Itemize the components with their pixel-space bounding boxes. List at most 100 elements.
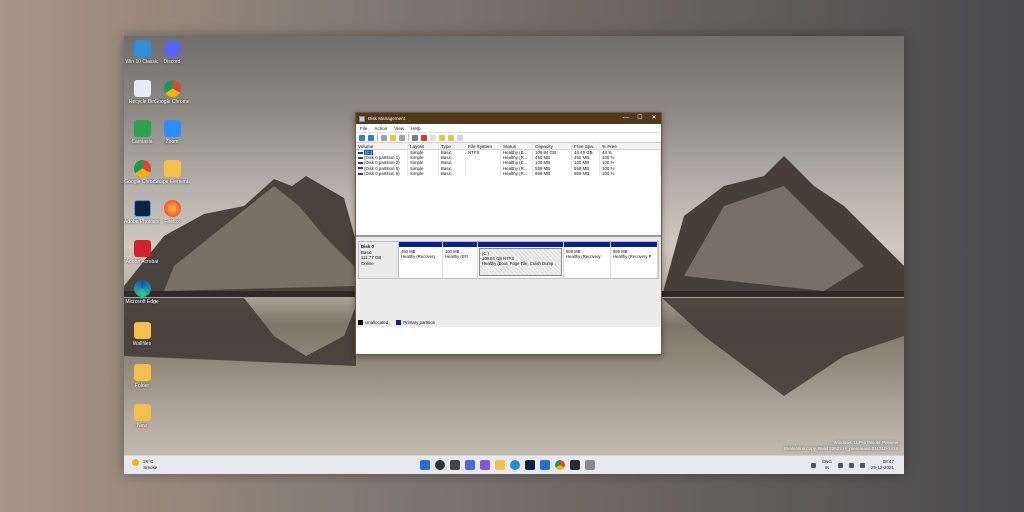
desktop-icon-firefox[interactable]: Firefox — [154, 200, 190, 225]
file-explorer-icon[interactable] — [495, 460, 505, 470]
delete-icon[interactable] — [421, 134, 427, 141]
col-volume[interactable]: Volume — [356, 143, 408, 149]
check-icon[interactable] — [430, 134, 436, 141]
back-icon[interactable] — [359, 134, 365, 141]
title-bar[interactable]: Disk Management — ☐ ✕ — [356, 113, 661, 124]
partition-strip: 450 MB Healthy (Recovery 100 MB Healthy … — [399, 241, 659, 279]
task-view-icon[interactable] — [450, 460, 460, 470]
insider-watermark: Windows 11 Pro Insider Preview Evaluatio… — [784, 440, 898, 451]
properties-icon[interactable] — [399, 134, 405, 141]
folder-icon — [133, 322, 151, 339]
weather-sun-icon — [132, 459, 139, 466]
toolbar — [356, 133, 661, 143]
desktop-icon-chrome[interactable]: Google Chrome — [154, 80, 190, 105]
primary-swatch — [396, 320, 402, 325]
menu-help[interactable]: Help — [411, 126, 420, 131]
partition-block[interactable]: 869 MB Healthy (Recovery P — [611, 242, 658, 278]
desktop-icon-acrobat[interactable]: Adobe Acrobat — [124, 240, 160, 265]
edge-icon[interactable] — [510, 460, 520, 470]
maximize-button[interactable]: ☐ — [633, 113, 647, 124]
desktop-icon-new[interactable]: New — [124, 404, 160, 429]
folder-icon — [133, 404, 151, 421]
list-view-icon[interactable] — [457, 134, 463, 141]
chrome-icon — [163, 80, 181, 97]
chat-icon[interactable] — [480, 460, 490, 470]
partition-block-selected[interactable]: (C:) 109.84 GB NTFS Healthy (Boot, Page … — [478, 242, 564, 278]
volume-icon — [358, 151, 363, 154]
desktop-icon-wallfiles[interactable]: Wallfiles — [124, 322, 160, 347]
weather-widget[interactable]: 26°C Smoke — [132, 459, 157, 471]
desktop-icon-discord[interactable]: Discord — [154, 40, 190, 65]
window-title: Disk Management — [368, 116, 406, 121]
desktop-icon-folder[interactable]: Folder — [124, 364, 160, 389]
wifi-icon[interactable] — [837, 462, 843, 468]
col-type[interactable]: Type — [439, 143, 466, 149]
desktop-icon-zoom[interactable]: Zoom — [154, 120, 190, 145]
partition-block[interactable]: 450 MB Healthy (Recovery — [399, 242, 443, 278]
start-icon[interactable] — [420, 460, 430, 470]
menu-bar: File Action View Help — [356, 124, 661, 133]
unallocated-swatch — [358, 320, 363, 325]
volume-icon — [358, 162, 363, 165]
system-tray: ENG IN 08:47 29-12-2021 — [811, 459, 894, 471]
col-percent-free[interactable]: % Free — [600, 143, 661, 149]
photoshop-icon — [133, 200, 151, 217]
col-file-system[interactable]: File System — [466, 143, 501, 149]
battery-icon[interactable] — [859, 462, 865, 468]
volume-row[interactable]: (Disk 0 partition 6) Simple Basic Health… — [356, 170, 661, 176]
legend-unallocated: Unallocated — [358, 320, 388, 325]
desktop-icon-folder-shape[interactable]: Shape Elements — [154, 160, 190, 185]
forward-icon[interactable] — [368, 134, 374, 141]
disk-management-icon — [359, 115, 365, 122]
folder-icon — [133, 364, 151, 381]
taskbar: 26°C Smoke ENG IN 08:47 29-12-2021 — [124, 455, 904, 474]
legend: Unallocated Primary partition — [358, 320, 435, 325]
disk-management-window[interactable]: Disk Management — ☐ ✕ File Action View H… — [355, 112, 662, 355]
disk-label[interactable]: Disk 0 Basic 111.77 GB Online — [358, 241, 399, 279]
open-folder-icon[interactable] — [439, 134, 445, 141]
disk-graphical-view[interactable]: Disk 0 Basic 111.77 GB Online 450 MB Hea… — [356, 237, 661, 327]
close-button[interactable]: ✕ — [647, 113, 661, 124]
camtasia-icon — [133, 120, 151, 137]
partition-block[interactable]: 559 MB Healthy (Recovery — [564, 242, 611, 278]
col-free-space[interactable]: Free Spa... — [572, 143, 600, 149]
connect-icon[interactable] — [412, 134, 418, 141]
menu-action[interactable]: Action — [374, 126, 387, 131]
help-icon[interactable] — [390, 134, 396, 141]
col-status[interactable]: Status — [501, 143, 533, 149]
widgets-icon[interactable] — [465, 460, 475, 470]
disk-status: Online — [361, 260, 374, 266]
acrobat-icon — [133, 240, 151, 257]
folder-icon — [163, 160, 181, 177]
col-capacity[interactable]: Capacity — [533, 143, 572, 149]
desktop-icon-edge[interactable]: Microsoft Edge — [124, 280, 160, 305]
partition-block[interactable]: 100 MB Healthy (EFI — [443, 242, 478, 278]
legend-primary: Primary partition — [396, 320, 435, 325]
chrome-icon — [133, 160, 151, 177]
menu-view[interactable]: View — [394, 126, 404, 131]
volume-icon — [358, 167, 363, 170]
search-icon[interactable] — [435, 460, 445, 470]
monitor-icon — [133, 40, 151, 57]
discord-icon — [163, 40, 181, 57]
disk-management-icon[interactable] — [585, 460, 595, 470]
console-tree-icon[interactable] — [381, 134, 387, 141]
chrome-icon[interactable] — [555, 460, 565, 470]
chevron-up-icon[interactable] — [811, 462, 817, 468]
col-layout[interactable]: Layout — [408, 143, 439, 149]
menu-file[interactable]: File — [360, 126, 367, 131]
search-folder-icon[interactable] — [448, 134, 454, 141]
volume-list-header: Volume Layout Type File System Status Ca… — [356, 143, 661, 150]
zoom-icon — [163, 120, 181, 137]
store-icon[interactable] — [540, 460, 550, 470]
firefox-icon — [163, 200, 181, 217]
photoshop-icon[interactable] — [525, 460, 535, 470]
disk-0-row[interactable]: Disk 0 Basic 111.77 GB Online 450 MB Hea… — [358, 241, 659, 279]
recycle-bin-icon — [133, 80, 151, 97]
clock[interactable]: 08:47 29-12-2021 — [871, 459, 894, 471]
volume-list[interactable]: Volume Layout Type File System Status Ca… — [356, 143, 661, 237]
minimize-button[interactable]: — — [619, 113, 633, 124]
volume-icon[interactable] — [848, 462, 854, 468]
terminal-icon[interactable] — [570, 460, 580, 470]
language-indicator[interactable]: ENG IN — [822, 459, 832, 471]
